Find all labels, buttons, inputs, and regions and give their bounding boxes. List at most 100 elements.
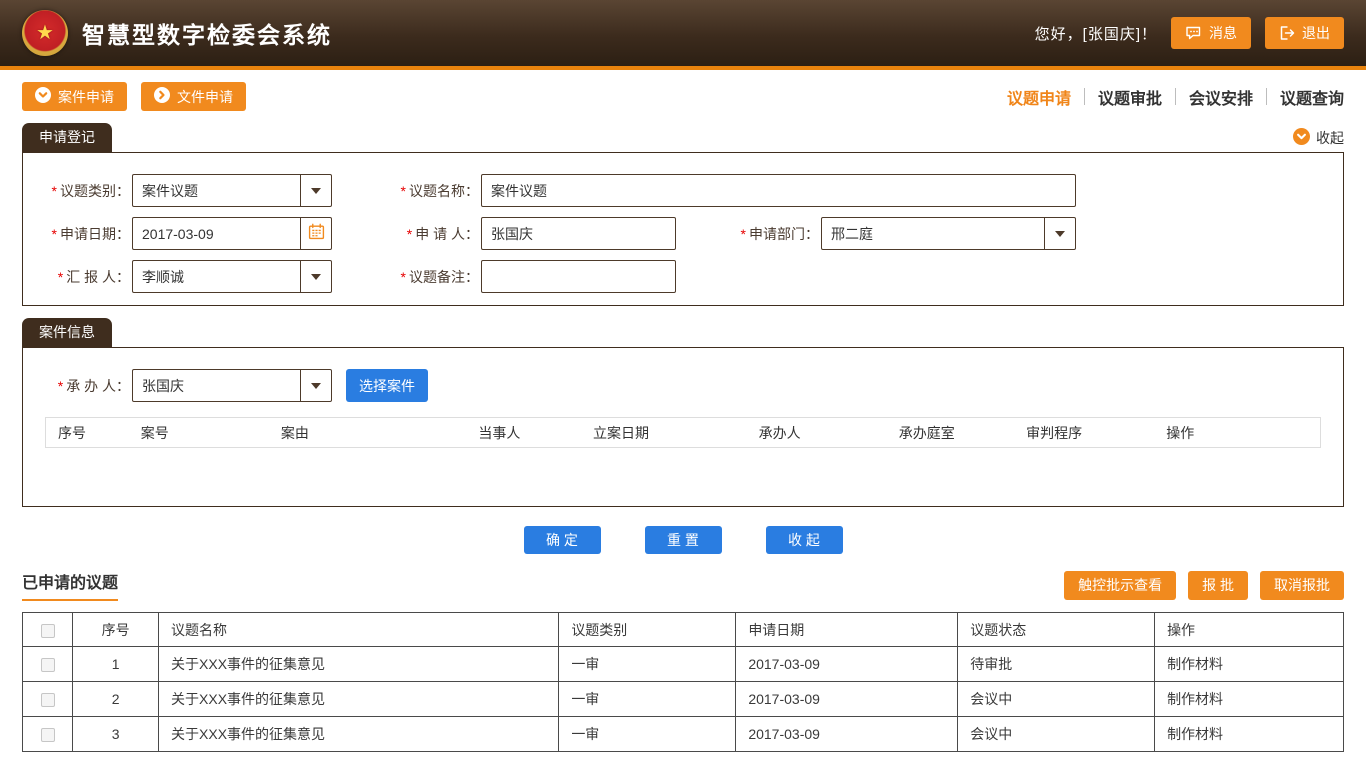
case-apply-button[interactable]: 案件申请 xyxy=(22,82,127,111)
chevron-right-circle-icon xyxy=(154,87,170,106)
nav-row: 案件申请 文件申请 议题申请 议题审批 会议安排 议题查询 xyxy=(22,82,1344,111)
apply-date-label: *申请日期： xyxy=(23,224,130,244)
case-table-header: 序号 案号 案由 当事人 立案日期 承办人 承办庭室 审判程序 操作 xyxy=(45,417,1321,448)
select-all-checkbox[interactable] xyxy=(41,624,55,638)
required-mark: * xyxy=(407,226,412,242)
case-col-undertaker: 承办人 xyxy=(747,423,887,443)
cell-status: 会议中 xyxy=(958,717,1155,752)
remark-input[interactable] xyxy=(481,260,676,293)
apply-dept-select[interactable]: 邢二庭 xyxy=(821,217,1076,250)
file-apply-button[interactable]: 文件申请 xyxy=(141,82,246,111)
register-section: 申请登记 收起 *议题类别： 案件议题 *议题名称： *申请日期： xyxy=(22,123,1344,306)
required-mark: * xyxy=(741,226,746,242)
case-table-empty-area xyxy=(23,448,1343,506)
cancel-approval-button[interactable]: 取消报批 xyxy=(1260,571,1344,600)
col-header-topic-type: 议题类别 xyxy=(559,613,736,647)
chevron-down-icon xyxy=(311,383,321,389)
chevron-down-circle-icon xyxy=(35,87,51,106)
register-section-tab: 申请登记 xyxy=(22,123,112,152)
undertaker-value: 张国庆 xyxy=(133,376,193,396)
logout-button[interactable]: 退出 xyxy=(1265,17,1344,49)
applied-topics-header: 已申请的议题 触控批示查看 报 批 取消报批 xyxy=(22,569,1344,601)
remark-label: *议题备注： xyxy=(332,267,479,287)
tab-topic-query[interactable]: 议题查询 xyxy=(1280,85,1344,109)
cell-status: 会议中 xyxy=(958,682,1155,717)
table-row: 3 关于XXX事件的征集意见 一审 2017-03-09 会议中 制作材料 xyxy=(23,717,1344,752)
apply-date-value: 2017-03-09 xyxy=(133,226,223,242)
nav-tabs: 议题申请 议题审批 会议安排 议题查询 xyxy=(1007,85,1344,109)
chat-bubble-icon xyxy=(1185,25,1202,41)
make-materials-link[interactable]: 制作材料 xyxy=(1155,647,1344,682)
case-apply-label: 案件申请 xyxy=(58,87,114,107)
table-header-row: 序号 议题名称 议题类别 申请日期 议题状态 操作 xyxy=(23,613,1344,647)
tab-separator xyxy=(1266,88,1267,105)
header-right: 您好，[张国庆]！ 消息 退出 xyxy=(1035,17,1344,49)
chevron-down-icon xyxy=(311,188,321,194)
row-select-checkbox[interactable] xyxy=(41,728,55,742)
dropdown-arrow-button[interactable] xyxy=(300,261,331,292)
applied-action-buttons: 触控批示查看 报 批 取消报批 xyxy=(1064,571,1344,600)
national-emblem-logo: ★ xyxy=(22,10,68,56)
collapse-button[interactable]: 收 起 xyxy=(766,526,843,554)
messages-button[interactable]: 消息 xyxy=(1171,17,1251,49)
collapse-chevron-circle-icon xyxy=(1293,128,1310,148)
confirm-button[interactable]: 确 定 xyxy=(524,526,601,554)
user-greeting: 您好，[张国庆]！ xyxy=(1035,23,1157,44)
undertaker-label: *承 办 人： xyxy=(23,376,130,396)
form-actions: 确 定 重 置 收 起 xyxy=(22,526,1344,554)
reporter-label: *汇 报 人： xyxy=(23,267,130,287)
reporter-select[interactable]: 李顺诚 xyxy=(132,260,332,293)
topic-type-select[interactable]: 案件议题 xyxy=(132,174,332,207)
topic-name-input[interactable] xyxy=(481,174,1076,207)
make-materials-link[interactable]: 制作材料 xyxy=(1155,717,1344,752)
calendar-button[interactable] xyxy=(300,218,331,249)
chevron-down-icon xyxy=(311,274,321,280)
nav-left-buttons: 案件申请 文件申请 xyxy=(22,82,246,111)
topic-name-label: *议题名称： xyxy=(332,181,479,201)
applicant-input[interactable] xyxy=(481,217,676,250)
cell-apply-date: 2017-03-09 xyxy=(736,647,958,682)
col-header-status: 议题状态 xyxy=(958,613,1155,647)
tab-meeting-arrange[interactable]: 会议安排 xyxy=(1189,85,1253,109)
register-collapse-link[interactable]: 收起 xyxy=(1293,128,1344,148)
cell-no: 2 xyxy=(73,682,159,717)
required-mark: * xyxy=(58,269,63,285)
cell-status: 待审批 xyxy=(958,647,1155,682)
row-select-checkbox[interactable] xyxy=(41,693,55,707)
calendar-icon xyxy=(308,223,325,245)
reporter-value: 李顺诚 xyxy=(133,267,193,287)
tab-topic-approve[interactable]: 议题审批 xyxy=(1098,85,1162,109)
case-col-case-number: 案号 xyxy=(129,423,269,443)
dropdown-arrow-button[interactable] xyxy=(1044,218,1075,249)
messages-button-label: 消息 xyxy=(1209,23,1237,43)
tab-topic-apply[interactable]: 议题申请 xyxy=(1007,85,1071,109)
cell-topic-type: 一审 xyxy=(559,682,736,717)
app-header: ★ 智慧型数字检委会系统 您好，[张国庆]！ 消息 退出 xyxy=(0,0,1366,70)
apply-dept-value: 邢二庭 xyxy=(822,224,882,244)
case-col-department: 承办庭室 xyxy=(887,423,1014,443)
required-mark: * xyxy=(58,378,63,394)
cell-apply-date: 2017-03-09 xyxy=(736,682,958,717)
topic-type-label: *议题类别： xyxy=(23,181,130,201)
required-mark: * xyxy=(52,226,57,242)
tab-separator xyxy=(1084,88,1085,105)
make-materials-link[interactable]: 制作材料 xyxy=(1155,682,1344,717)
cell-topic-name: 关于XXX事件的征集意见 xyxy=(159,682,559,717)
submit-approval-button[interactable]: 报 批 xyxy=(1188,571,1248,600)
dropdown-arrow-button[interactable] xyxy=(300,175,331,206)
case-col-operation: 操作 xyxy=(1154,423,1320,443)
dropdown-arrow-button[interactable] xyxy=(300,370,331,401)
logout-icon xyxy=(1279,25,1295,41)
required-mark: * xyxy=(401,183,406,199)
register-panel: *议题类别： 案件议题 *议题名称： *申请日期： 2017-03-09 *申 … xyxy=(22,152,1344,306)
apply-dept-label: *申请部门： xyxy=(676,224,819,244)
undertaker-select[interactable]: 张国庆 xyxy=(132,369,332,402)
row-select-checkbox[interactable] xyxy=(41,658,55,672)
col-header-no: 序号 xyxy=(73,613,159,647)
reset-button[interactable]: 重 置 xyxy=(645,526,722,554)
touch-view-button[interactable]: 触控批示查看 xyxy=(1064,571,1176,600)
cell-topic-name: 关于XXX事件的征集意见 xyxy=(159,647,559,682)
apply-date-picker[interactable]: 2017-03-09 xyxy=(132,217,332,250)
case-col-party: 当事人 xyxy=(466,423,581,443)
select-case-button[interactable]: 选择案件 xyxy=(346,369,428,402)
